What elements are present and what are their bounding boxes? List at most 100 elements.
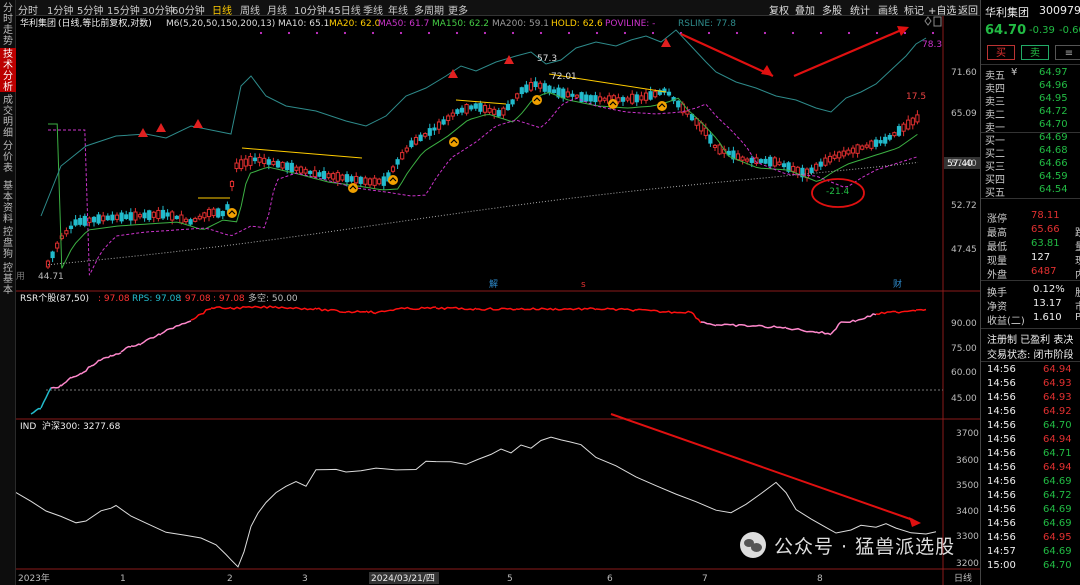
pivot-dot (455, 31, 459, 35)
candle-body (772, 157, 777, 167)
stock-name: 华利集团 (985, 6, 1029, 19)
rsr-axis-label: 60.00 (951, 368, 977, 378)
legend-ma200: MA200: 59.1 (492, 19, 549, 29)
side-tab-4[interactable]: 基本资料 (0, 180, 16, 225)
candle-body (455, 109, 460, 114)
book-label: 买五 (985, 188, 1005, 199)
candle-body (423, 133, 428, 137)
candle-body (446, 115, 451, 122)
candle-body (312, 170, 317, 178)
price-box-label: 57.40 (947, 159, 973, 169)
book-row[interactable]: 卖五 ¥64.97 (981, 67, 1080, 82)
book-row[interactable]: 卖一 64.70 (981, 119, 1080, 134)
pivot-dot (847, 31, 851, 35)
candle-body (372, 177, 377, 186)
rsr-line (915, 308, 927, 311)
candle-body (846, 149, 851, 155)
candle-body (450, 112, 455, 117)
candle-body (901, 123, 906, 132)
candle-body (735, 153, 741, 161)
period-7[interactable]: 周线 (240, 2, 260, 17)
legend-ma150: MA150: 62.2 (432, 19, 489, 29)
period-0[interactable]: 分时 (18, 2, 38, 17)
more-button[interactable]: ≡ (1055, 45, 1080, 60)
stat-label: 最低 (987, 242, 1007, 253)
ind-axis-label: 3200 (956, 559, 979, 569)
candle-body (206, 208, 212, 218)
book-row[interactable]: 卖四 64.96 (981, 80, 1080, 95)
period-8[interactable]: 月线 (267, 2, 287, 17)
book-row[interactable]: 卖二 64.72 (981, 106, 1080, 121)
candle-body (101, 215, 106, 222)
candle-body (781, 163, 787, 168)
candle-body (400, 152, 405, 160)
book-row[interactable]: 买二 64.68 (981, 145, 1080, 160)
legend-m6: M6(5,20,50,150,200,13) (166, 19, 275, 29)
candle-body (308, 170, 313, 175)
candle-body (887, 134, 892, 140)
period-12[interactable]: 年线 (388, 2, 408, 17)
price-change: -0.39 (1029, 25, 1055, 36)
side-tab-5[interactable]: 控盘狗 (0, 226, 16, 260)
pivot-dot (511, 31, 515, 35)
book-row[interactable]: 买三 64.66 (981, 158, 1080, 173)
candle-body (354, 175, 359, 184)
book-row[interactable]: 买五 64.54 (981, 184, 1080, 199)
tool-5[interactable]: 标记 (904, 2, 924, 17)
period-1[interactable]: 1分钟 (47, 2, 73, 17)
period-10[interactable]: 45日线 (328, 2, 361, 17)
period-5[interactable]: 60分钟 (172, 2, 205, 17)
tool-1[interactable]: 叠加 (795, 2, 815, 17)
book-row[interactable]: 卖三 64.95 (981, 93, 1080, 108)
candle-body (78, 218, 83, 225)
candle-body (588, 95, 593, 102)
tool-2[interactable]: 多股 (822, 2, 842, 17)
tool-0[interactable]: 复权 (769, 2, 789, 17)
tick-price: 64.94 (1043, 364, 1072, 375)
candle-body (712, 144, 718, 148)
tick-time: 15:00 (987, 560, 1016, 571)
candle-body (910, 117, 915, 126)
tick-price: 64.70 (1043, 420, 1072, 431)
candle-body (45, 260, 51, 268)
period-9[interactable]: 10分钟 (294, 2, 327, 17)
sell-button[interactable]: 卖 (1021, 45, 1049, 60)
period-13[interactable]: 多周期 (414, 2, 444, 17)
legend-params: (日线,等比前复权,对数) (58, 17, 152, 29)
period-6[interactable]: 日线 (212, 2, 232, 17)
candle-body (271, 161, 276, 166)
period-4[interactable]: 30分钟 (142, 2, 175, 17)
tick-price: 64.94 (1043, 462, 1072, 473)
candle-body (119, 212, 124, 222)
side-tab-3[interactable]: 分价表 (0, 140, 16, 178)
annot-17-5: 17.5 (906, 92, 926, 102)
candle-body (335, 172, 340, 182)
candle-body (174, 215, 179, 220)
buy-button[interactable]: 买 (987, 45, 1015, 60)
book-row[interactable]: 买四 64.59 (981, 171, 1080, 186)
signal-circle (449, 137, 459, 147)
candle-body (151, 211, 156, 218)
period-3[interactable]: 15分钟 (107, 2, 140, 17)
candle-body (266, 159, 271, 165)
side-tab-6[interactable]: 控基本 (0, 262, 16, 296)
tool-7[interactable]: 返回 (958, 2, 978, 17)
side-tab-1[interactable]: 技术分析 (0, 48, 16, 93)
candle-body (243, 158, 248, 167)
side-tab-2[interactable]: 成交明细 (0, 94, 16, 139)
period-2[interactable]: 5分钟 (77, 2, 103, 17)
tool-4[interactable]: 画线 (878, 2, 898, 17)
candle-body (50, 251, 55, 259)
tool-6[interactable]: +自选 (928, 2, 956, 17)
side-tab-0[interactable]: 分时走势 (0, 2, 16, 47)
signal-circle (227, 208, 237, 218)
tool-3[interactable]: 统计 (850, 2, 870, 17)
candle-body (524, 84, 529, 93)
stat-value: 65.66 (1031, 224, 1060, 235)
chart-area[interactable]: 华利集团 (日线,等比前复权,对数) M6(5,20,50,150,200,13) M… (16, 16, 980, 585)
book-row[interactable]: 买一 64.69 (981, 132, 1080, 147)
period-14[interactable]: 更多 (448, 2, 468, 17)
candle-body (170, 211, 175, 221)
candle-body (883, 136, 888, 144)
period-11[interactable]: 季线 (363, 2, 383, 17)
